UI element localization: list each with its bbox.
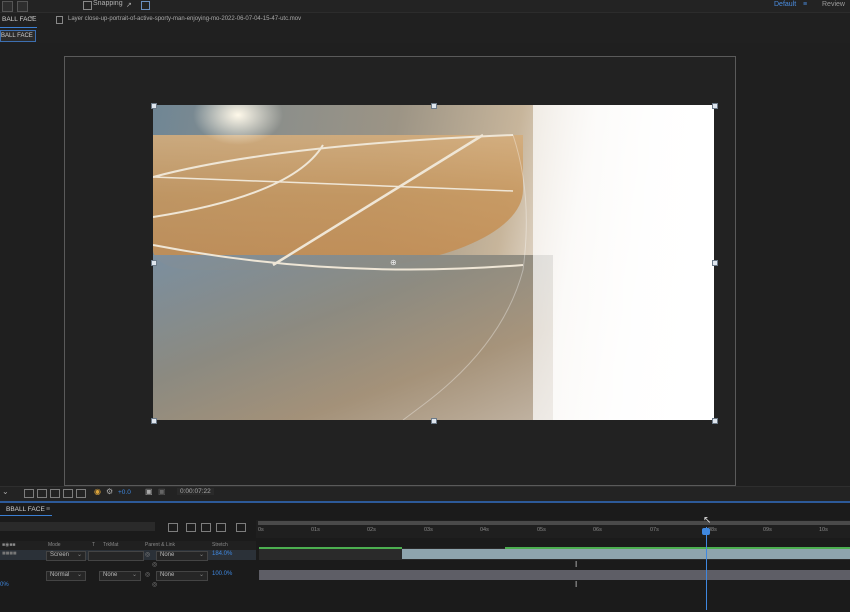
composition-breadcrumb[interactable]: BALL FACE [0,30,36,42]
table-row[interactable]: Normal ⌄ None ⌄ ◎ None ⌄ 100.0% [0,570,256,581]
timeline-tab[interactable]: BBALL FACE [6,506,45,513]
color-management-icon[interactable]: ◉ [94,487,101,496]
col-parent: Parent & Link [145,542,176,548]
mask-visibility-icon[interactable] [50,489,60,498]
ruler-tick: 03s [424,527,433,533]
ruler-tick: 02s [367,527,376,533]
transform-handle[interactable] [431,103,437,109]
ruler-tick: 09s [763,527,772,533]
timeline-tab-menu-icon[interactable]: ≡ [46,506,50,513]
exposure-value[interactable]: +0.0 [118,489,131,496]
text-cursor-icon: I [575,580,578,589]
composition-tab-menu-icon[interactable]: ≡ [30,15,34,22]
ruler-tick: 01s [311,527,320,533]
pickwhip-icon[interactable]: ◎ [145,551,150,558]
ruler-tick: 0s [258,527,264,533]
comp-mini-flowchart-icon[interactable] [168,523,178,532]
active-tab-indicator [0,27,37,28]
stretch-value[interactable]: 100.0% [212,571,232,577]
ruler-tick: 06s [593,527,602,533]
tool-options-icon[interactable] [17,1,28,12]
anchor-point-icon[interactable]: ⊕ [390,258,397,267]
ruler-tick: 05s [537,527,546,533]
ruler-tick: 07s [650,527,659,533]
transform-handle[interactable] [712,103,718,109]
switches-icons: ■◉■■ [2,542,16,548]
pickwhip-icon[interactable]: ◎ [152,561,157,568]
pickwhip-icon[interactable]: ◎ [152,581,157,588]
mouse-pointer-icon: ↖ [703,515,712,526]
blend-mode-dropdown[interactable]: Screen ⌄ [46,551,86,561]
work-area-bar[interactable] [258,521,850,525]
graph-editor-icon[interactable] [236,523,246,532]
layer-tab[interactable]: Layer close-up-portrait-of-active-sporty… [68,16,301,22]
property-value[interactable]: 0% [0,582,9,588]
blend-mode-value: Normal [50,572,70,578]
cache-indicator [505,547,850,549]
snap-edges-icon[interactable]: ↗ [126,1,132,9]
layer-duration-bar[interactable] [402,549,850,559]
active-tab-indicator [0,515,52,516]
playhead-handle[interactable] [702,528,710,535]
ruler-tick: 10s [819,527,828,533]
transform-handle[interactable] [712,260,718,266]
chevron-down-icon[interactable]: ⌄ [2,487,9,496]
footage-layer[interactable] [153,105,714,420]
transparency-grid-icon[interactable] [63,489,73,498]
workspace-default[interactable]: Default [774,1,796,8]
layer-switches[interactable]: ■■■■ [2,551,17,557]
blend-mode-dropdown[interactable]: Normal ⌄ [46,571,86,581]
current-time-display[interactable]: 0:00:07:22 [177,488,214,495]
shy-layers-icon[interactable] [186,523,196,532]
chevron-down-icon: ⌄ [199,552,205,558]
parent-dropdown[interactable]: None ⌄ [156,571,208,581]
snap-grid-icon[interactable] [141,1,150,10]
transform-handle[interactable] [151,103,157,109]
layer-search-input[interactable] [0,522,155,531]
chevron-down-icon: ⌄ [77,572,83,578]
track-matte-dropdown[interactable]: None ⌄ [99,571,141,581]
region-of-interest-icon[interactable] [24,489,34,498]
parent-value: None [160,552,175,558]
col-trkmat: TrkMat [103,542,119,548]
cache-indicator [259,547,402,549]
pickwhip-icon[interactable]: ◎ [145,571,150,578]
workspace-menu-icon[interactable]: ≡ [803,1,807,8]
frame-blending-icon[interactable] [201,523,211,532]
transform-handle[interactable] [151,418,157,424]
col-t: T [92,542,96,548]
snapping-checkbox[interactable] [83,1,92,10]
col-mode: Mode [48,542,61,548]
exposure-icon[interactable]: ⚙ [106,487,113,496]
chevron-down-icon: ⌄ [199,572,205,578]
workspace-review[interactable]: Review [822,1,845,8]
motion-blur-icon[interactable] [216,523,226,532]
view-options-icon[interactable] [76,489,86,498]
track-matte-value: None [103,572,118,578]
parent-dropdown[interactable]: None ⌄ [156,551,208,561]
current-time-indicator[interactable] [706,527,707,610]
transform-handle[interactable] [431,418,437,424]
track-matte-dropdown[interactable] [88,551,144,561]
transform-handle[interactable] [712,418,718,424]
chevron-down-icon: ⌄ [132,572,138,578]
transform-handle[interactable] [151,260,157,266]
grid-icon[interactable] [37,489,47,498]
parent-value: None [160,572,175,578]
ruler-tick: 04s [480,527,489,533]
blend-mode-value: Screen [50,552,70,558]
col-stretch: Stretch [212,542,228,548]
chevron-down-icon: ⌄ [77,552,83,558]
show-snapshot-icon[interactable]: ▣ [158,487,166,496]
court-lines [153,133,527,420]
text-cursor-icon: I [575,560,578,569]
layer-file-icon [56,16,63,24]
snapping-label: Snapping [93,0,123,7]
tool-icon[interactable] [2,1,13,12]
stretch-value[interactable]: 184.0% [212,551,232,557]
table-row[interactable]: ■■■■ Screen ⌄ ◎ None ⌄ 184.0% [0,550,256,561]
snapshot-camera-icon[interactable]: ▣ [145,487,153,496]
layer-duration-bar[interactable] [259,570,850,580]
